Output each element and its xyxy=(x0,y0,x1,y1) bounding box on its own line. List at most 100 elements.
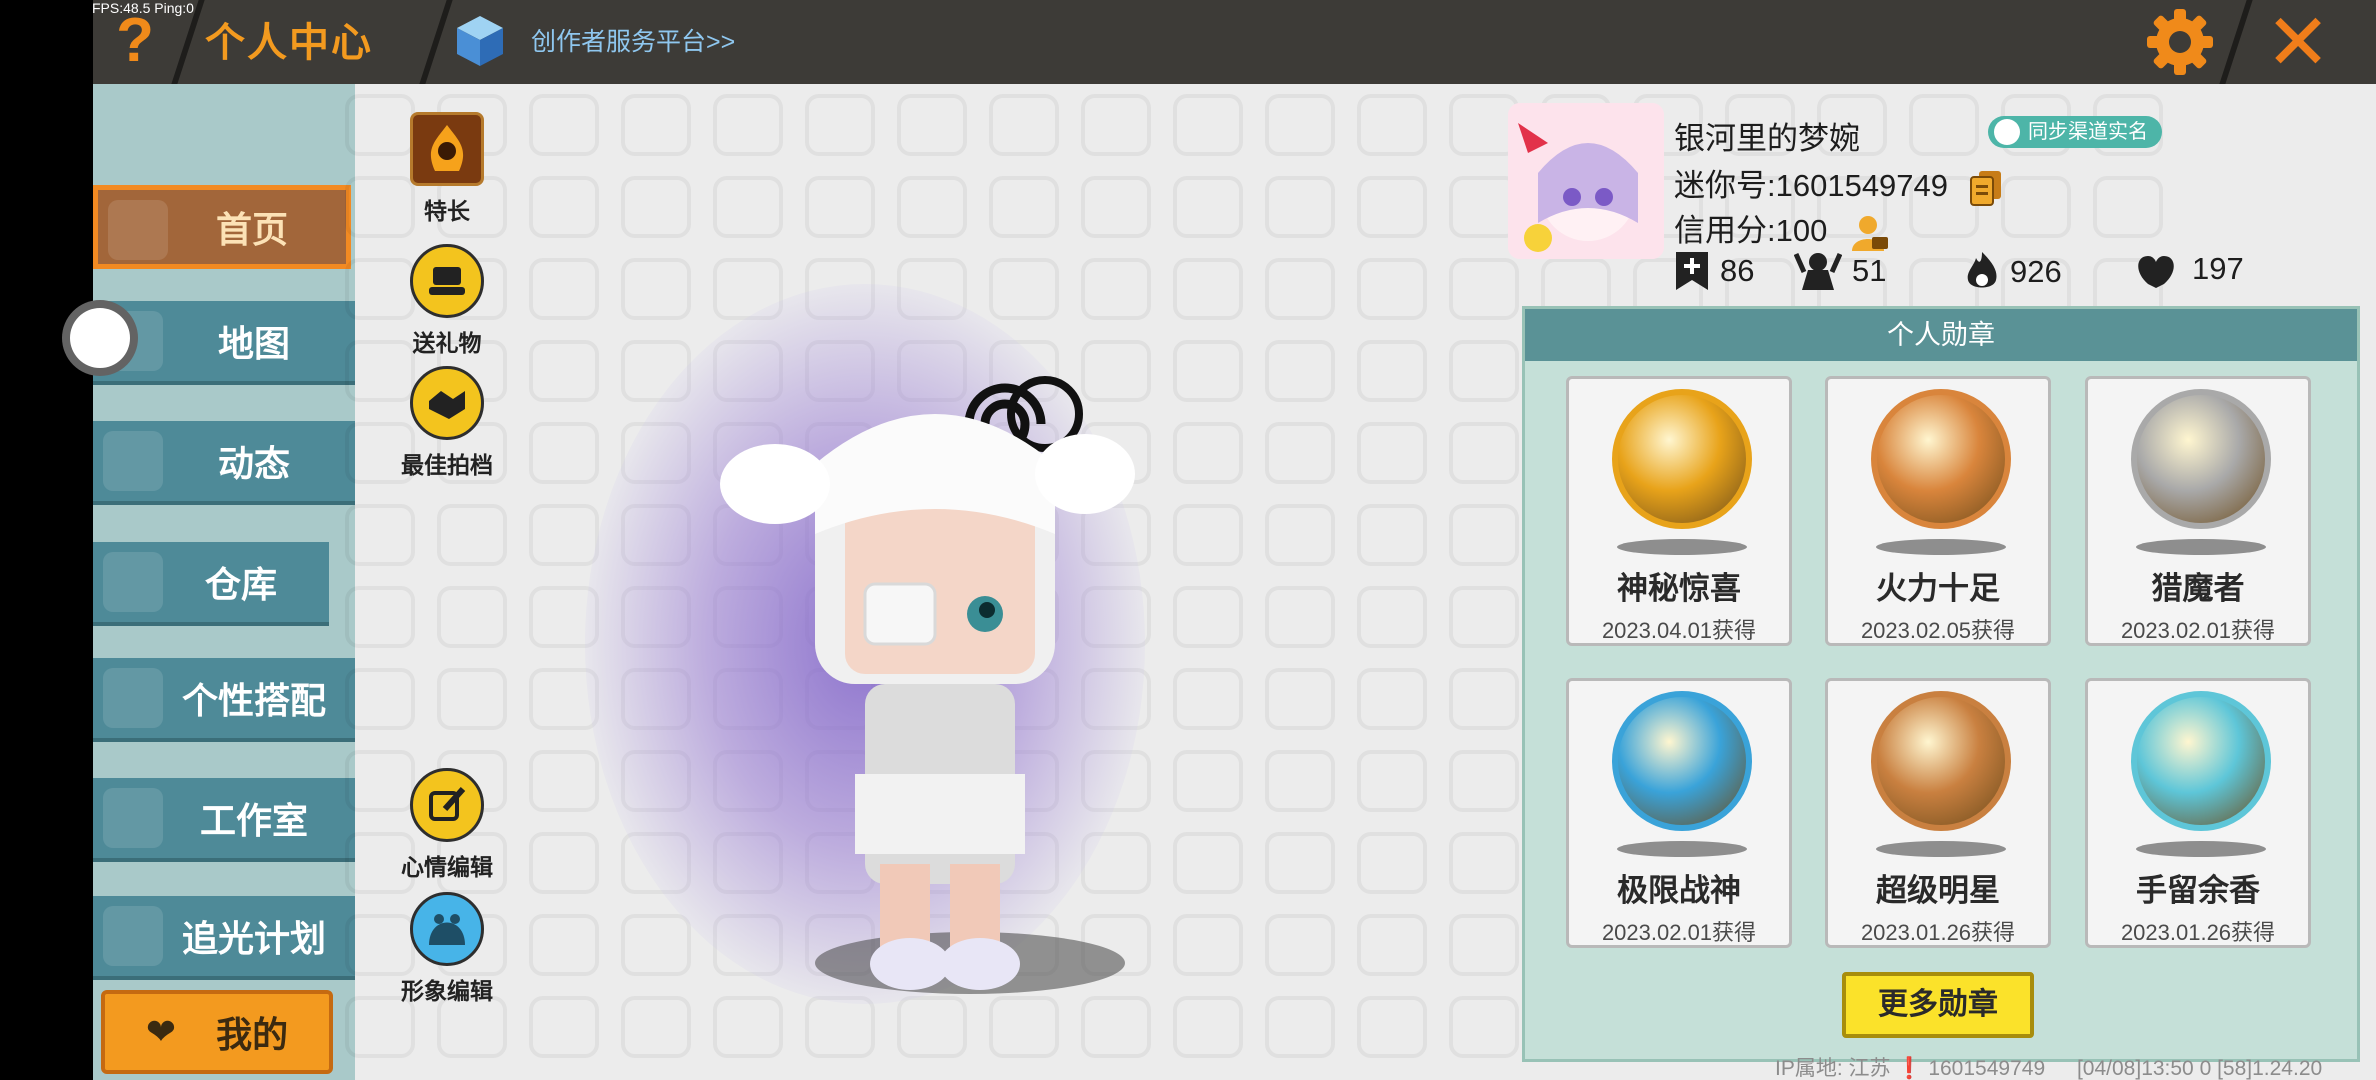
best-partner-button[interactable]: 最佳拍档 xyxy=(392,366,502,480)
pattern-tile xyxy=(529,340,599,402)
heart-icon: ❤ xyxy=(145,1011,177,1052)
medal-card[interactable]: 火力十足 2023.02.05获得 xyxy=(1825,376,2051,646)
pattern-tile xyxy=(1357,914,1427,976)
sync-realname-badge[interactable]: 同步渠道实名 xyxy=(1988,116,2162,148)
pattern-tile xyxy=(1357,258,1427,320)
pattern-tile xyxy=(1357,504,1427,566)
medal-date: 2023.02.01获得 xyxy=(2120,618,2276,643)
medal-pedestal xyxy=(2136,841,2266,857)
medal-card[interactable]: 神秘惊喜 2023.04.01获得 xyxy=(1566,376,1792,646)
gift-hand-icon xyxy=(410,244,484,318)
pattern-tile xyxy=(1265,668,1335,730)
medal-pedestal xyxy=(1876,841,2006,857)
pattern-tile xyxy=(713,94,783,156)
more-medals-button[interactable]: 更多勋章 xyxy=(1842,972,2034,1038)
pattern-tile xyxy=(1173,94,1243,156)
pattern-tile xyxy=(1173,914,1243,976)
medal-date: 2023.04.01获得 xyxy=(1601,618,1757,643)
user-check-icon xyxy=(1994,119,2020,145)
copy-icon[interactable] xyxy=(1969,169,2003,207)
nav-storage[interactable]: 仓库 xyxy=(93,542,329,626)
pattern-tile xyxy=(1909,94,1979,156)
likes-stat: 197 xyxy=(2134,250,2244,288)
pattern-tile xyxy=(1449,750,1519,812)
pattern-tile xyxy=(897,94,967,156)
head-icon xyxy=(410,892,484,966)
specialty-button[interactable]: 特长 xyxy=(392,112,502,226)
medal-icon xyxy=(1612,691,1752,831)
top-bar: ? 个人中心 创作者服务平台>> ✕ xyxy=(93,0,2376,84)
pattern-tile xyxy=(805,996,875,1058)
pattern-tile xyxy=(989,996,1059,1058)
pattern-tile xyxy=(1357,750,1427,812)
close-button[interactable]: ✕ xyxy=(2258,2,2338,82)
side-nav: 首页 地图 动态 仓库 个性搭配 工作室 追光计划 ❤ 我的 xyxy=(93,84,355,1080)
medal-card[interactable]: 极限战神 2023.02.01获得 xyxy=(1566,678,1792,948)
medal-pedestal xyxy=(1617,539,1747,555)
gear-icon[interactable] xyxy=(2143,5,2217,79)
medal-icon xyxy=(2131,691,2271,831)
medal-icon xyxy=(1612,389,1752,529)
nav-chase-light[interactable]: 追光计划 xyxy=(93,896,355,980)
medal-card[interactable]: 超级明星 2023.01.26获得 xyxy=(1825,678,2051,948)
pattern-tile xyxy=(437,504,507,566)
user-lock-icon[interactable] xyxy=(1850,213,1890,253)
pattern-tile xyxy=(437,668,507,730)
pattern-tile xyxy=(529,176,599,238)
pattern-tile xyxy=(621,914,691,976)
pattern-tile xyxy=(1265,504,1335,566)
pattern-tile xyxy=(345,668,415,730)
pattern-tile xyxy=(2093,176,2163,238)
medal-card[interactable]: 猎魔者 2023.02.01获得 xyxy=(2085,376,2311,646)
pattern-tile xyxy=(989,176,1059,238)
fans-icon xyxy=(1794,252,1842,290)
medal-name: 火力十足 xyxy=(1876,571,2000,606)
send-gift-button[interactable]: 送礼物 xyxy=(392,244,502,358)
nav-me[interactable]: ❤ 我的 xyxy=(101,990,333,1074)
pattern-tile xyxy=(621,176,691,238)
footer-info: IP属地: 江苏 ❗ 1601549749 [04/08]13:50 0 [58… xyxy=(1775,1057,2323,1080)
nav-studio[interactable]: 工作室 xyxy=(93,778,355,862)
nav-feed[interactable]: 动态 xyxy=(93,421,355,505)
pattern-tile xyxy=(1449,914,1519,976)
pattern-tile xyxy=(1449,504,1519,566)
nav-home[interactable]: 首页 xyxy=(93,185,351,269)
pattern-tile xyxy=(1265,996,1335,1058)
pattern-tile xyxy=(1357,586,1427,648)
pattern-tile xyxy=(1449,832,1519,894)
pattern-tile xyxy=(1449,422,1519,484)
pattern-tile xyxy=(897,176,967,238)
medal-card[interactable]: 手留余香 2023.01.26获得 xyxy=(2085,678,2311,948)
pattern-tile xyxy=(989,94,1059,156)
medal-date: 2023.01.26获得 xyxy=(1860,920,2016,945)
pattern-tile xyxy=(1173,422,1243,484)
medal-name: 神秘惊喜 xyxy=(1617,571,1741,606)
bell-icon xyxy=(103,431,163,491)
medal-pedestal xyxy=(2136,539,2266,555)
look-edit-button[interactable]: 形象编辑 xyxy=(392,892,502,1006)
nav-outfit[interactable]: 个性搭配 xyxy=(93,658,355,742)
pattern-tile xyxy=(437,586,507,648)
pattern-tile xyxy=(1173,832,1243,894)
pattern-tile xyxy=(1173,258,1243,320)
mood-edit-button[interactable]: 心情编辑 xyxy=(392,768,502,882)
pattern-tile xyxy=(621,94,691,156)
pattern-tile xyxy=(1173,340,1243,402)
creator-platform-link[interactable]: 创作者服务平台>> xyxy=(531,22,735,58)
pattern-tile xyxy=(713,996,783,1058)
outfit-icon xyxy=(103,668,163,728)
pattern-tile xyxy=(1173,996,1243,1058)
pattern-tile xyxy=(1265,340,1335,402)
pattern-tile xyxy=(1357,94,1427,156)
pattern-tile xyxy=(1449,340,1519,402)
character-avatar[interactable] xyxy=(715,304,1135,1004)
avatar[interactable] xyxy=(1508,103,1664,259)
help-button[interactable]: ? xyxy=(105,6,165,76)
pattern-tile xyxy=(1265,832,1335,894)
cube-icon[interactable] xyxy=(455,14,505,68)
credit-score: 信用分:100 xyxy=(1674,205,1890,253)
pattern-tile xyxy=(1357,340,1427,402)
floating-assist-ball[interactable] xyxy=(62,300,138,376)
pattern-tile xyxy=(529,914,599,976)
pattern-tile xyxy=(1449,586,1519,648)
